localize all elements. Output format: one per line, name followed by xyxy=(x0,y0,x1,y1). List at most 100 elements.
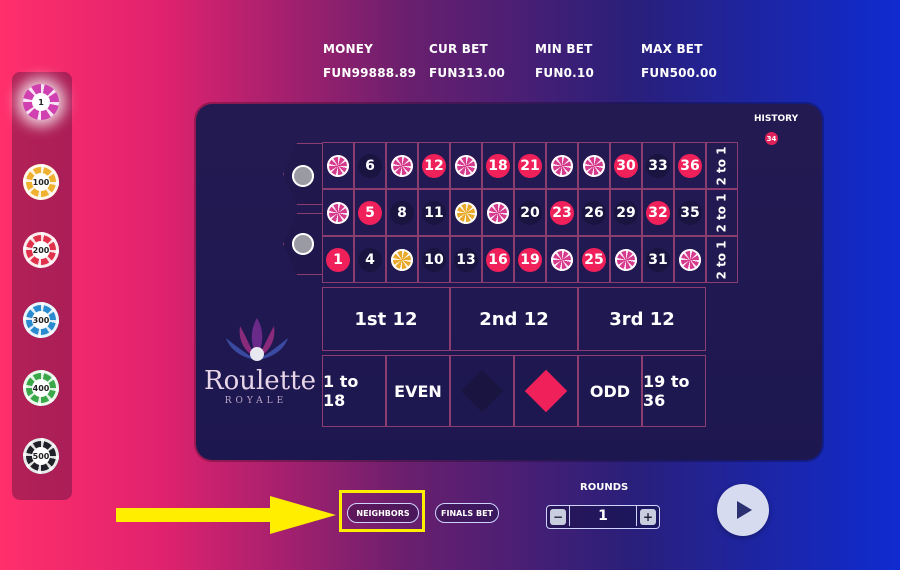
logo-subtitle: ROYALE xyxy=(224,396,288,406)
odd-bet[interactable]: ODD xyxy=(578,355,642,427)
chip-value-label: 1 xyxy=(32,93,50,111)
number-cell-28[interactable] xyxy=(610,236,642,283)
chip-value-label: 400 xyxy=(32,379,50,397)
number-cell-23[interactable]: 23 xyxy=(546,189,578,236)
number-label: 29 xyxy=(614,200,638,225)
number-cell-16[interactable]: 16 xyxy=(482,236,514,283)
chip-100[interactable]: 100 xyxy=(23,164,59,200)
even-bet[interactable]: EVEN xyxy=(386,355,450,427)
number-cell-26[interactable]: 26 xyxy=(578,189,610,236)
dozen-1-bet[interactable]: 1st 12 xyxy=(322,287,450,351)
rounds-label: ROUNDS xyxy=(580,482,629,493)
number-label: 35 xyxy=(678,200,702,225)
number-cell-1[interactable]: 1 xyxy=(322,236,354,283)
number-cell-4[interactable]: 4 xyxy=(354,236,386,283)
number-cell-35[interactable]: 35 xyxy=(674,189,706,236)
spin-play-button[interactable] xyxy=(717,484,769,536)
number-cell-36[interactable]: 36 xyxy=(674,142,706,189)
roulette-royale-logo: Roulette ROYALE xyxy=(204,310,316,440)
number-cell-20[interactable]: 20 xyxy=(514,189,546,236)
number-cell-3[interactable] xyxy=(322,142,354,189)
rounds-decrement-button[interactable]: − xyxy=(550,509,566,525)
number-cell-17[interactable] xyxy=(482,189,514,236)
play-icon xyxy=(737,501,752,519)
chip-icon xyxy=(551,248,573,271)
number-cell-2[interactable] xyxy=(322,189,354,236)
dozen-2-bet[interactable]: 2nd 12 xyxy=(450,287,578,351)
number-label: 23 xyxy=(550,200,574,225)
number-cell-13[interactable]: 13 xyxy=(450,236,482,283)
chip-selector-rail: 1 100 200 300 400 500 xyxy=(12,72,72,500)
number-cell-11[interactable]: 11 xyxy=(418,189,450,236)
chip-400[interactable]: 400 xyxy=(23,370,59,406)
max-bet-label: MAX BET xyxy=(641,42,703,56)
black-diamond-icon xyxy=(460,369,504,413)
number-label: 11 xyxy=(422,200,446,225)
number-grid: 6 12 18 21 30 33 36 2 to 1 5 8 11 20 23 26 29 32 35 2 to … xyxy=(322,142,738,284)
number-cell-24[interactable] xyxy=(546,142,578,189)
chip-icon xyxy=(551,154,573,177)
number-label: 32 xyxy=(646,200,670,225)
red-bet[interactable] xyxy=(514,355,578,427)
number-label: 16 xyxy=(486,247,510,272)
chip-icon xyxy=(292,165,314,187)
chip-200[interactable]: 200 xyxy=(23,232,59,268)
number-label: 25 xyxy=(582,247,606,272)
number-cell-12[interactable]: 12 xyxy=(418,142,450,189)
number-cell-10[interactable]: 10 xyxy=(418,236,450,283)
number-cell-27[interactable] xyxy=(578,142,610,189)
number-cell-30[interactable]: 30 xyxy=(610,142,642,189)
number-cell-34[interactable] xyxy=(674,236,706,283)
rounds-stepper: − 1 + xyxy=(546,505,660,529)
number-cell-7[interactable] xyxy=(386,236,418,283)
number-cell-33[interactable]: 33 xyxy=(642,142,674,189)
number-cell-8[interactable]: 8 xyxy=(386,189,418,236)
number-label: 8 xyxy=(390,200,414,225)
history-label[interactable]: HISTORY xyxy=(754,114,798,124)
high-bet[interactable]: 19 to 36 xyxy=(642,355,706,427)
number-cell-19[interactable]: 19 xyxy=(514,236,546,283)
chip-1[interactable]: 1 xyxy=(23,84,59,120)
chip-300[interactable]: 300 xyxy=(23,302,59,338)
chip-icon xyxy=(391,248,413,271)
rounds-value[interactable]: 1 xyxy=(569,506,637,526)
chip-icon xyxy=(327,154,349,177)
low-bet[interactable]: 1 to 18 xyxy=(322,355,386,427)
chip-icon xyxy=(292,233,314,255)
number-cell-21[interactable]: 21 xyxy=(514,142,546,189)
number-label: 6 xyxy=(358,153,382,178)
finals-bet-button[interactable]: FINALS BET xyxy=(435,503,499,523)
number-label: 30 xyxy=(614,153,638,178)
number-cell-5[interactable]: 5 xyxy=(354,189,386,236)
number-cell-22[interactable] xyxy=(546,236,578,283)
chip-500[interactable]: 500 xyxy=(23,438,59,474)
number-label: 5 xyxy=(358,200,382,225)
column-bet-label: 2 to 1 xyxy=(715,145,730,186)
number-label: 4 xyxy=(358,247,382,272)
number-cell-25[interactable]: 25 xyxy=(578,236,610,283)
yellow-arrow-icon xyxy=(116,496,336,534)
number-cell-31[interactable]: 31 xyxy=(642,236,674,283)
number-cell-6[interactable]: 6 xyxy=(354,142,386,189)
current-bet-stat: CUR BET FUN313.00 xyxy=(429,42,505,80)
number-cell-18[interactable]: 18 xyxy=(482,142,514,189)
column-bet-2[interactable]: 2 to 1 xyxy=(706,189,738,236)
number-label: 26 xyxy=(582,200,606,225)
logo-title: Roulette xyxy=(204,366,316,396)
current-bet-label: CUR BET xyxy=(429,42,488,56)
number-cell-32[interactable]: 32 xyxy=(642,189,674,236)
chip-value-label: 200 xyxy=(32,241,50,259)
column-bet-3[interactable]: 2 to 1 xyxy=(706,142,738,189)
number-cell-14[interactable] xyxy=(450,189,482,236)
chip-icon xyxy=(679,248,701,271)
rounds-increment-button[interactable]: + xyxy=(640,509,656,525)
column-bet-1[interactable]: 2 to 1 xyxy=(706,236,738,283)
min-bet-stat: MIN BET FUN0.10 xyxy=(535,42,594,80)
number-cell-15[interactable] xyxy=(450,142,482,189)
neighbors-button[interactable]: NEIGHBORS xyxy=(347,503,419,523)
dozen-3-bet[interactable]: 3rd 12 xyxy=(578,287,706,351)
number-label: 36 xyxy=(678,153,702,178)
black-bet[interactable] xyxy=(450,355,514,427)
number-cell-9[interactable] xyxy=(386,142,418,189)
number-cell-29[interactable]: 29 xyxy=(610,189,642,236)
